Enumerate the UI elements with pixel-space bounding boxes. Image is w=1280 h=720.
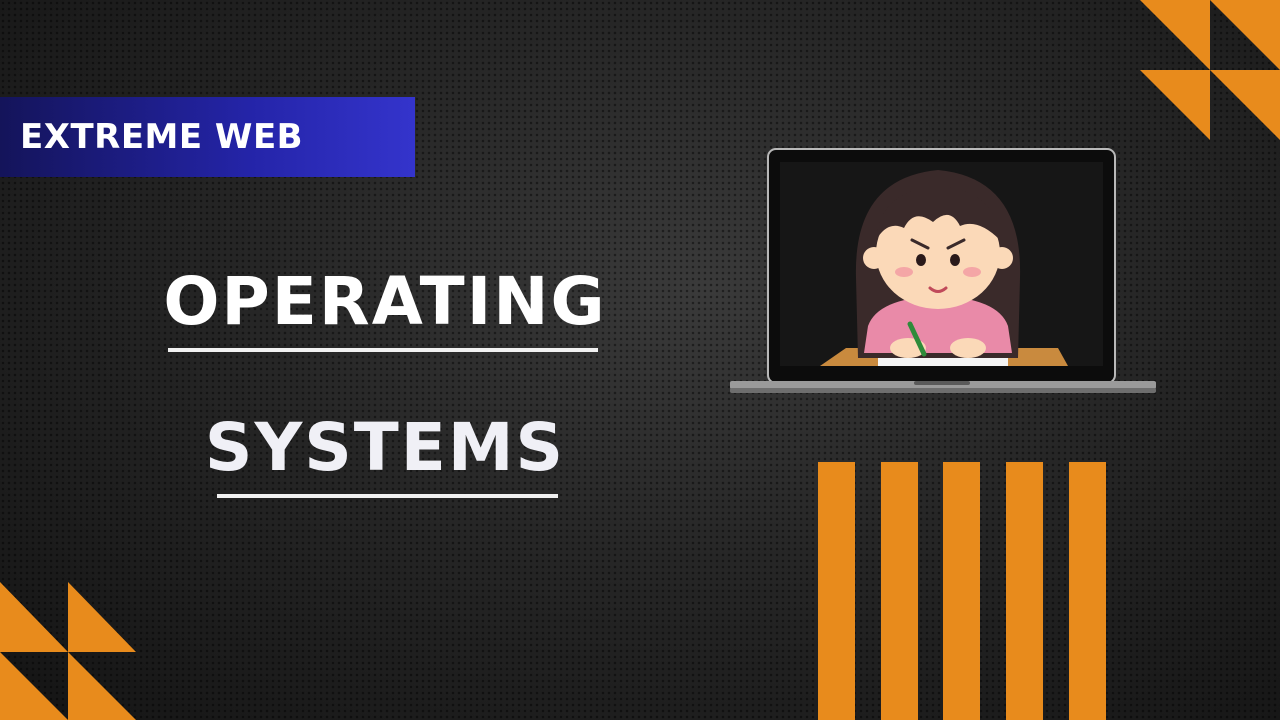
decorative-bar [1006, 462, 1043, 720]
corner-triangles-top-right [1140, 0, 1280, 140]
brand-label: EXTREME WEB [20, 117, 304, 157]
title-line-1: OPERATING [163, 263, 607, 340]
laptop-illustration [730, 148, 1156, 393]
title-underline-1 [168, 348, 598, 352]
decorative-bar [943, 462, 980, 720]
brand-banner: EXTREME WEB [0, 97, 415, 177]
title-underline-2 [217, 494, 558, 498]
decorative-bar [881, 462, 918, 720]
decorative-bar [1069, 462, 1106, 720]
title-line-2: SYSTEMS [204, 409, 566, 486]
decorative-bar [818, 462, 855, 720]
corner-triangles-bottom-left [0, 582, 136, 720]
